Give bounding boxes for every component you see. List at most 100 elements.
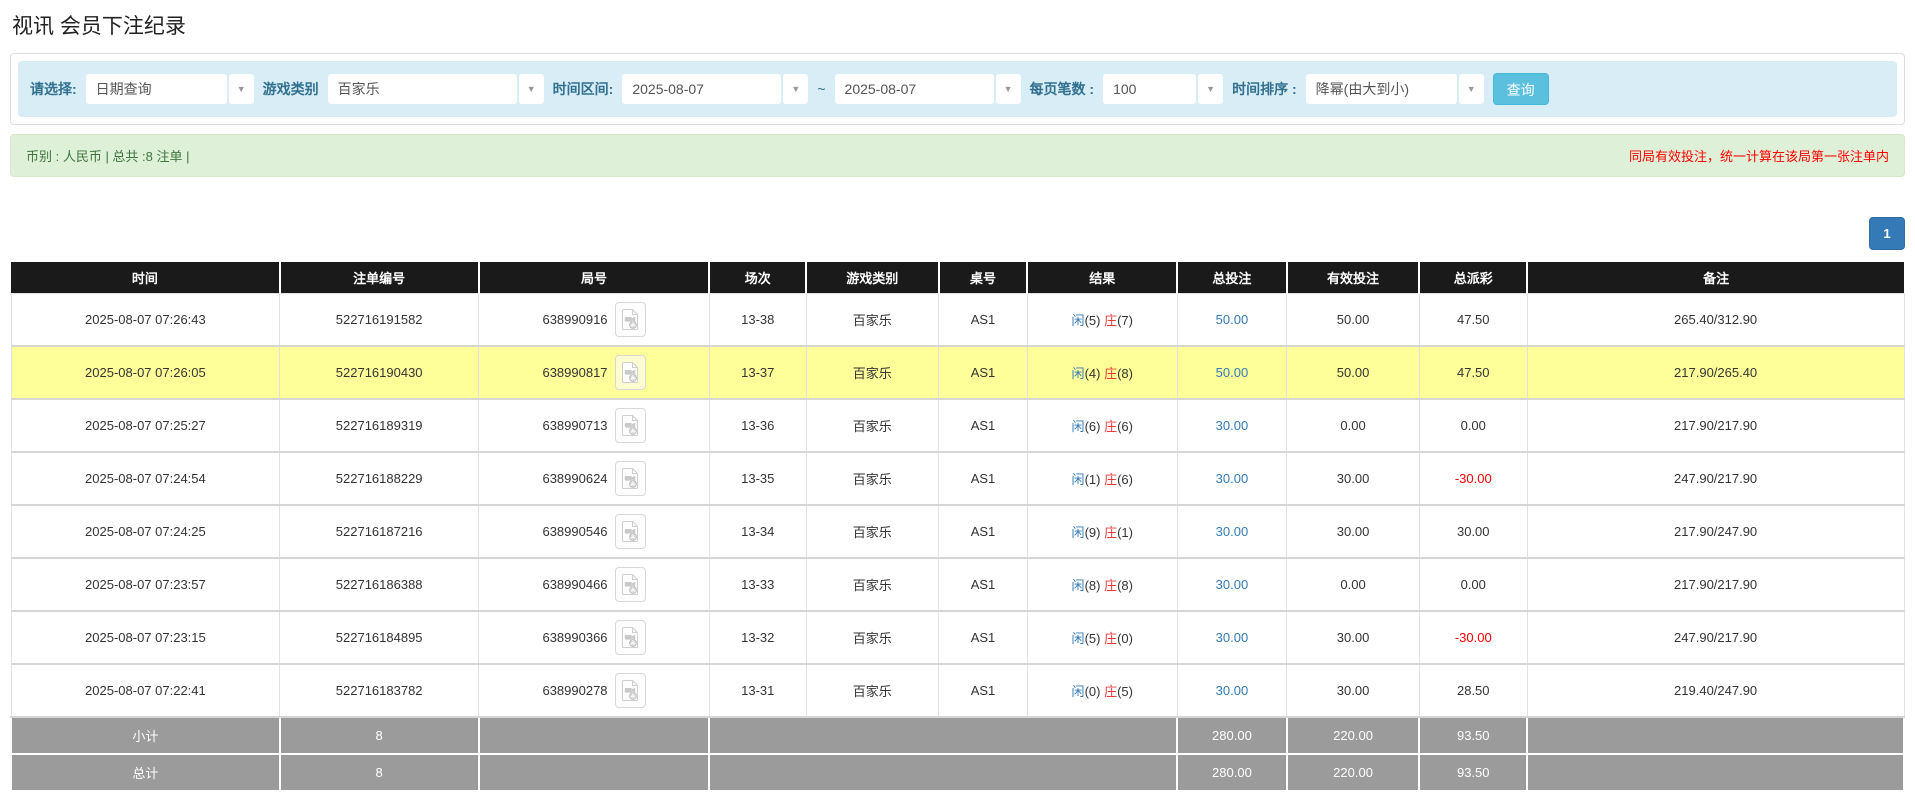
summary-empty	[479, 717, 710, 754]
summary-valid-bet: 220.00	[1287, 754, 1420, 791]
cell-bet-id: 522716183782	[280, 664, 479, 717]
player-result-label: 闲	[1072, 578, 1085, 593]
cell-session: 13-35	[709, 452, 806, 505]
banker-result-label: 庄	[1104, 313, 1117, 328]
currency-total-text: 币别 : 人民币 | 总共 :8 注单 |	[26, 146, 190, 165]
column-header: 注单编号	[280, 262, 479, 293]
page-size-select[interactable]: 100 ▼	[1103, 74, 1223, 104]
cell-time: 2025-08-07 07:26:05	[11, 346, 280, 399]
search-button[interactable]: 查询	[1493, 73, 1549, 105]
video-file-icon	[621, 573, 640, 596]
cell-payout: 47.50	[1419, 346, 1527, 399]
cell-total-bet: 50.00	[1177, 293, 1287, 346]
total-bet-link[interactable]: 30.00	[1216, 418, 1249, 433]
summary-bar: 币别 : 人民币 | 总共 :8 注单 | 同局有效投注，统一计算在该局第一张注…	[10, 134, 1905, 177]
video-replay-button[interactable]	[615, 408, 646, 443]
video-replay-button[interactable]	[615, 302, 646, 337]
cell-payout: 30.00	[1419, 505, 1527, 558]
summary-payout: 93.50	[1419, 717, 1527, 754]
time-order-label: 时间排序 :	[1232, 79, 1297, 99]
betting-records-table: 时间注单编号局号场次游戏类别桌号结果总投注有效投注总派彩备注 2025-08-0…	[10, 262, 1905, 792]
video-replay-button[interactable]	[615, 514, 646, 549]
cell-remark: 217.90/217.90	[1527, 558, 1904, 611]
cell-remark: 265.40/312.90	[1527, 293, 1904, 346]
cell-bet-id: 522716189319	[280, 399, 479, 452]
cell-total-bet: 30.00	[1177, 611, 1287, 664]
total-bet-link[interactable]: 30.00	[1216, 683, 1249, 698]
cell-remark: 217.90/247.90	[1527, 505, 1904, 558]
time-order-select[interactable]: 降幂(由大到小) ▼	[1306, 74, 1484, 104]
cell-table-number: AS1	[939, 346, 1028, 399]
video-replay-button[interactable]	[615, 673, 646, 708]
player-result-label: 闲	[1072, 472, 1085, 487]
cell-result: 闲(5) 庄(0)	[1027, 611, 1177, 664]
cell-round-id: 638990466	[479, 558, 710, 611]
column-header: 有效投注	[1287, 262, 1420, 293]
cell-total-bet: 30.00	[1177, 558, 1287, 611]
column-header: 局号	[479, 262, 710, 293]
cell-valid-bet: 50.00	[1287, 346, 1420, 399]
video-file-icon	[621, 414, 640, 437]
total-bet-link[interactable]: 30.00	[1216, 577, 1249, 592]
banker-result-label: 庄	[1104, 472, 1117, 487]
page-button-1[interactable]: 1	[1869, 217, 1905, 250]
video-replay-button[interactable]	[615, 355, 646, 390]
round-id-text: 638990466	[542, 577, 607, 592]
cell-bet-id: 522716188229	[280, 452, 479, 505]
game-category-label: 游戏类别	[263, 79, 319, 99]
banker-result-label: 庄	[1104, 366, 1117, 381]
column-header: 总投注	[1177, 262, 1287, 293]
cell-game-category: 百家乐	[806, 293, 939, 346]
cell-table-number: AS1	[939, 293, 1028, 346]
cell-valid-bet: 0.00	[1287, 399, 1420, 452]
page-title: 视讯 会员下注纪录	[12, 10, 1905, 40]
total-bet-link[interactable]: 30.00	[1216, 630, 1249, 645]
game-category-select[interactable]: 百家乐 ▼	[328, 74, 544, 104]
cell-valid-bet: 30.00	[1287, 452, 1420, 505]
total-bet-link[interactable]: 30.00	[1216, 524, 1249, 539]
cell-time: 2025-08-07 07:23:57	[11, 558, 280, 611]
cell-time: 2025-08-07 07:26:43	[11, 293, 280, 346]
column-header: 结果	[1027, 262, 1177, 293]
column-header: 游戏类别	[806, 262, 939, 293]
video-replay-button[interactable]	[615, 461, 646, 496]
cell-session: 13-38	[709, 293, 806, 346]
column-header: 备注	[1527, 262, 1904, 293]
cell-result: 闲(6) 庄(6)	[1027, 399, 1177, 452]
banker-result-label: 庄	[1104, 631, 1117, 646]
date-from-select[interactable]: 2025-08-07 ▼	[622, 74, 808, 104]
total-bet-link[interactable]: 30.00	[1216, 471, 1249, 486]
table-body: 2025-08-07 07:26:43522716191582638990916…	[11, 293, 1904, 717]
cell-time: 2025-08-07 07:24:54	[11, 452, 280, 505]
banker-result-label: 庄	[1104, 684, 1117, 699]
filter-panel: 请选择: 日期查询 ▼ 游戏类别 百家乐 ▼ 时间区间: 2025-08-07 …	[10, 53, 1905, 125]
cell-round-id: 638990624	[479, 452, 710, 505]
summary-row: 总计8280.00220.0093.50	[11, 754, 1904, 791]
query-type-value: 日期查询	[86, 74, 227, 104]
player-result-label: 闲	[1072, 313, 1085, 328]
chevron-down-icon: ▼	[783, 74, 808, 104]
date-to-select[interactable]: 2025-08-07 ▼	[835, 74, 1021, 104]
cell-round-id: 638990817	[479, 346, 710, 399]
summary-label: 小计	[11, 717, 280, 754]
total-bet-link[interactable]: 50.00	[1216, 365, 1249, 380]
cell-session: 13-37	[709, 346, 806, 399]
summary-label: 总计	[11, 754, 280, 791]
summary-row: 小计8280.00220.0093.50	[11, 717, 1904, 754]
cell-valid-bet: 50.00	[1287, 293, 1420, 346]
chevron-down-icon: ▼	[519, 74, 544, 104]
video-replay-button[interactable]	[615, 567, 646, 602]
query-type-select[interactable]: 日期查询 ▼	[86, 74, 254, 104]
cell-result: 闲(9) 庄(1)	[1027, 505, 1177, 558]
cell-bet-id: 522716191582	[280, 293, 479, 346]
cell-bet-id: 522716190430	[280, 346, 479, 399]
summary-empty	[709, 717, 1177, 754]
cell-result: 闲(1) 庄(6)	[1027, 452, 1177, 505]
cell-round-id: 638990916	[479, 293, 710, 346]
banker-result-label: 庄	[1104, 578, 1117, 593]
summary-empty	[1527, 754, 1904, 791]
cell-session: 13-31	[709, 664, 806, 717]
video-replay-button[interactable]	[615, 620, 646, 655]
column-header: 时间	[11, 262, 280, 293]
total-bet-link[interactable]: 50.00	[1216, 312, 1249, 327]
